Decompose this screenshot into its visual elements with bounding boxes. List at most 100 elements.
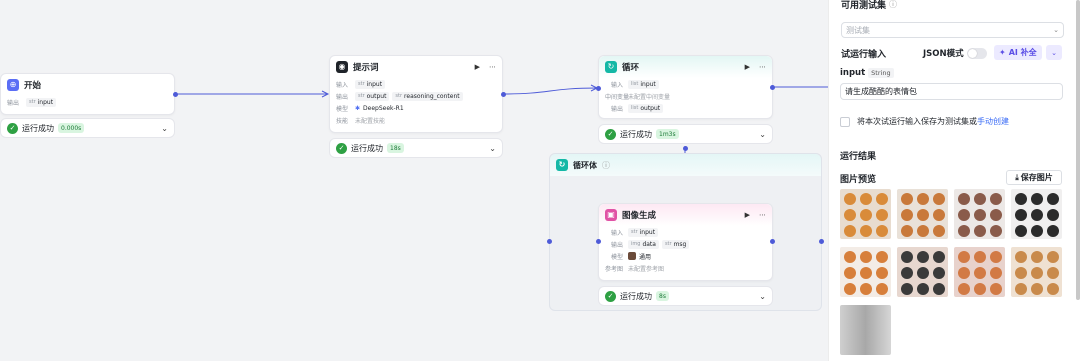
output-tag: list output: [628, 103, 664, 113]
mid-var-label: 中间变量: [605, 93, 630, 101]
status-time: 8s: [656, 291, 669, 301]
ref-image-value: 未配置参考图: [628, 265, 665, 273]
status-text: 运行成功: [620, 129, 652, 139]
model-label: 模型: [336, 105, 349, 113]
ref-image-label: 参考图: [605, 265, 624, 273]
input-field-label: input String: [840, 68, 894, 78]
info-icon: ⓘ: [602, 160, 610, 170]
more-icon[interactable]: ⋯: [489, 63, 496, 71]
model-icon: ✱: [355, 104, 361, 112]
result-image-thumb[interactable]: [954, 189, 1005, 239]
run-icon[interactable]: ▶: [745, 63, 750, 71]
output-tag: str output: [355, 91, 390, 101]
chevron-down-icon[interactable]: ⌄: [489, 144, 496, 153]
chevron-down-icon[interactable]: ⌄: [759, 292, 766, 301]
ai-fill-button[interactable]: ✦ AI 补全: [994, 45, 1042, 60]
loop-body-title: 循环体: [573, 160, 597, 170]
loop-node[interactable]: ↻ 循环 ▶ ⋯ 输入 list input 中间变量 未配置中间变量 输出 li…: [598, 55, 773, 119]
body-in-port[interactable]: [547, 239, 552, 244]
dataset-select[interactable]: 测试集 ⌄: [841, 22, 1064, 38]
input-tag: list input: [628, 79, 659, 89]
loop-in-port[interactable]: [596, 86, 601, 91]
manual-create-link[interactable]: 手动创建: [977, 117, 1009, 126]
more-icon[interactable]: ⋯: [759, 211, 766, 219]
image-gen-node[interactable]: ▣ 图像生成 ▶ ⋯ 输入 str input 输出 img data str msg…: [598, 203, 773, 281]
input-tag: str input: [355, 79, 386, 89]
output-label: 输出: [610, 241, 623, 249]
output-tag: str reasoning_content: [392, 91, 463, 101]
result-image-thumb[interactable]: [840, 305, 891, 355]
save-testset-checkbox[interactable]: [840, 117, 850, 127]
prompt-status[interactable]: ✓ 运行成功 18s ⌄: [329, 138, 503, 158]
json-mode-label: JSON模式: [923, 47, 987, 59]
info-icon: ⓘ: [889, 0, 898, 9]
image-gen-icon: ▣: [605, 209, 617, 221]
save-testset-text: 将本次试运行输入保存为测试集或手动创建: [857, 117, 1009, 126]
input-label: 输入: [610, 229, 623, 237]
run-icon[interactable]: ▶: [475, 63, 480, 71]
panel-scrollbar[interactable]: [1076, 0, 1080, 300]
status-text: 运行成功: [351, 143, 383, 153]
success-icon: ✓: [605, 290, 616, 302]
dataset-title: 可用测试集 ⓘ: [841, 0, 898, 11]
loop-body-icon: ↻: [556, 159, 568, 171]
download-icon: ⤓: [1015, 172, 1019, 182]
image-gen-title: 图像生成: [622, 211, 657, 221]
loop-out-port[interactable]: [770, 85, 775, 90]
loop-body-port[interactable]: [683, 146, 688, 151]
prompt-node[interactable]: ◉ 提示词 ▶ ⋯ 输入 str input 输出 str output str re…: [329, 55, 503, 133]
success-icon: ✓: [336, 142, 347, 154]
chevron-down-icon: ⌄: [1053, 26, 1059, 34]
edge-prompt-loop: [502, 87, 598, 95]
result-image-thumb[interactable]: [897, 247, 948, 297]
input-label: 输入: [610, 81, 623, 89]
input-label: 输入: [336, 81, 349, 89]
output-label: 输出: [7, 99, 20, 107]
image-status[interactable]: ✓ 运行成功 8s ⌄: [598, 286, 773, 306]
prompt-out-port[interactable]: [501, 92, 506, 97]
model-label: 模型: [610, 253, 623, 261]
status-time: 1m3s: [656, 129, 679, 139]
start-node[interactable]: ⊕ 开始 输出 str input: [0, 73, 175, 115]
chevron-down-icon[interactable]: ⌄: [161, 124, 168, 133]
result-image-thumb[interactable]: [897, 189, 948, 239]
result-image-thumb[interactable]: [1011, 189, 1062, 239]
run-input-title: 试运行输入: [841, 50, 887, 60]
chevron-down-icon[interactable]: ⌄: [759, 130, 766, 139]
run-icon[interactable]: ▶: [745, 211, 750, 219]
save-image-button[interactable]: ⤓ 保存图片: [1006, 170, 1062, 185]
model-avatar-icon: [628, 252, 636, 260]
sparkle-icon: ✦: [999, 48, 1006, 57]
output-tag: str msg: [661, 239, 690, 249]
output-label: 输出: [610, 105, 623, 113]
result-image-thumb[interactable]: [840, 189, 891, 239]
image-in-port[interactable]: [596, 239, 601, 244]
image-out-port[interactable]: [770, 239, 775, 244]
body-out-port[interactable]: [819, 239, 824, 244]
status-time: 18s: [387, 143, 404, 153]
start-status[interactable]: ✓ 运行成功 0.000s ⌄: [0, 118, 175, 138]
result-image-thumb[interactable]: [1011, 247, 1062, 297]
run-input-field[interactable]: 请生成酷酷的表情包: [840, 83, 1063, 100]
model-value: DeepSeek-R1: [363, 104, 404, 112]
mid-var-value: 未配置中间变量: [628, 93, 671, 101]
workflow-canvas[interactable]: ⊕ 开始 输出 str input ✓ 运行成功 0.000s ⌄ ◉ 提示词 ▶…: [0, 0, 828, 361]
success-icon: ✓: [7, 122, 18, 134]
more-icon[interactable]: ⋯: [759, 63, 766, 71]
skill-label: 技能: [336, 117, 349, 125]
output-label: 输出: [336, 93, 349, 101]
status-text: 运行成功: [620, 291, 652, 301]
prompt-node-title: 提示词: [353, 63, 379, 73]
json-mode-toggle[interactable]: [966, 47, 987, 59]
status-text: 运行成功: [22, 123, 54, 133]
ai-fill-dropdown[interactable]: ⌄: [1046, 45, 1062, 60]
loop-status[interactable]: ✓ 运行成功 1m3s ⌄: [598, 124, 773, 144]
loop-node-title: 循环: [622, 63, 640, 73]
result-title: 运行结果: [840, 152, 877, 162]
output-tag: img data: [628, 239, 659, 249]
result-image-thumb[interactable]: [954, 247, 1005, 297]
result-image-thumb[interactable]: [840, 247, 891, 297]
skill-value: 未配置技能: [355, 117, 386, 125]
output-tag: str input: [26, 97, 57, 107]
start-out-port[interactable]: [173, 92, 178, 97]
